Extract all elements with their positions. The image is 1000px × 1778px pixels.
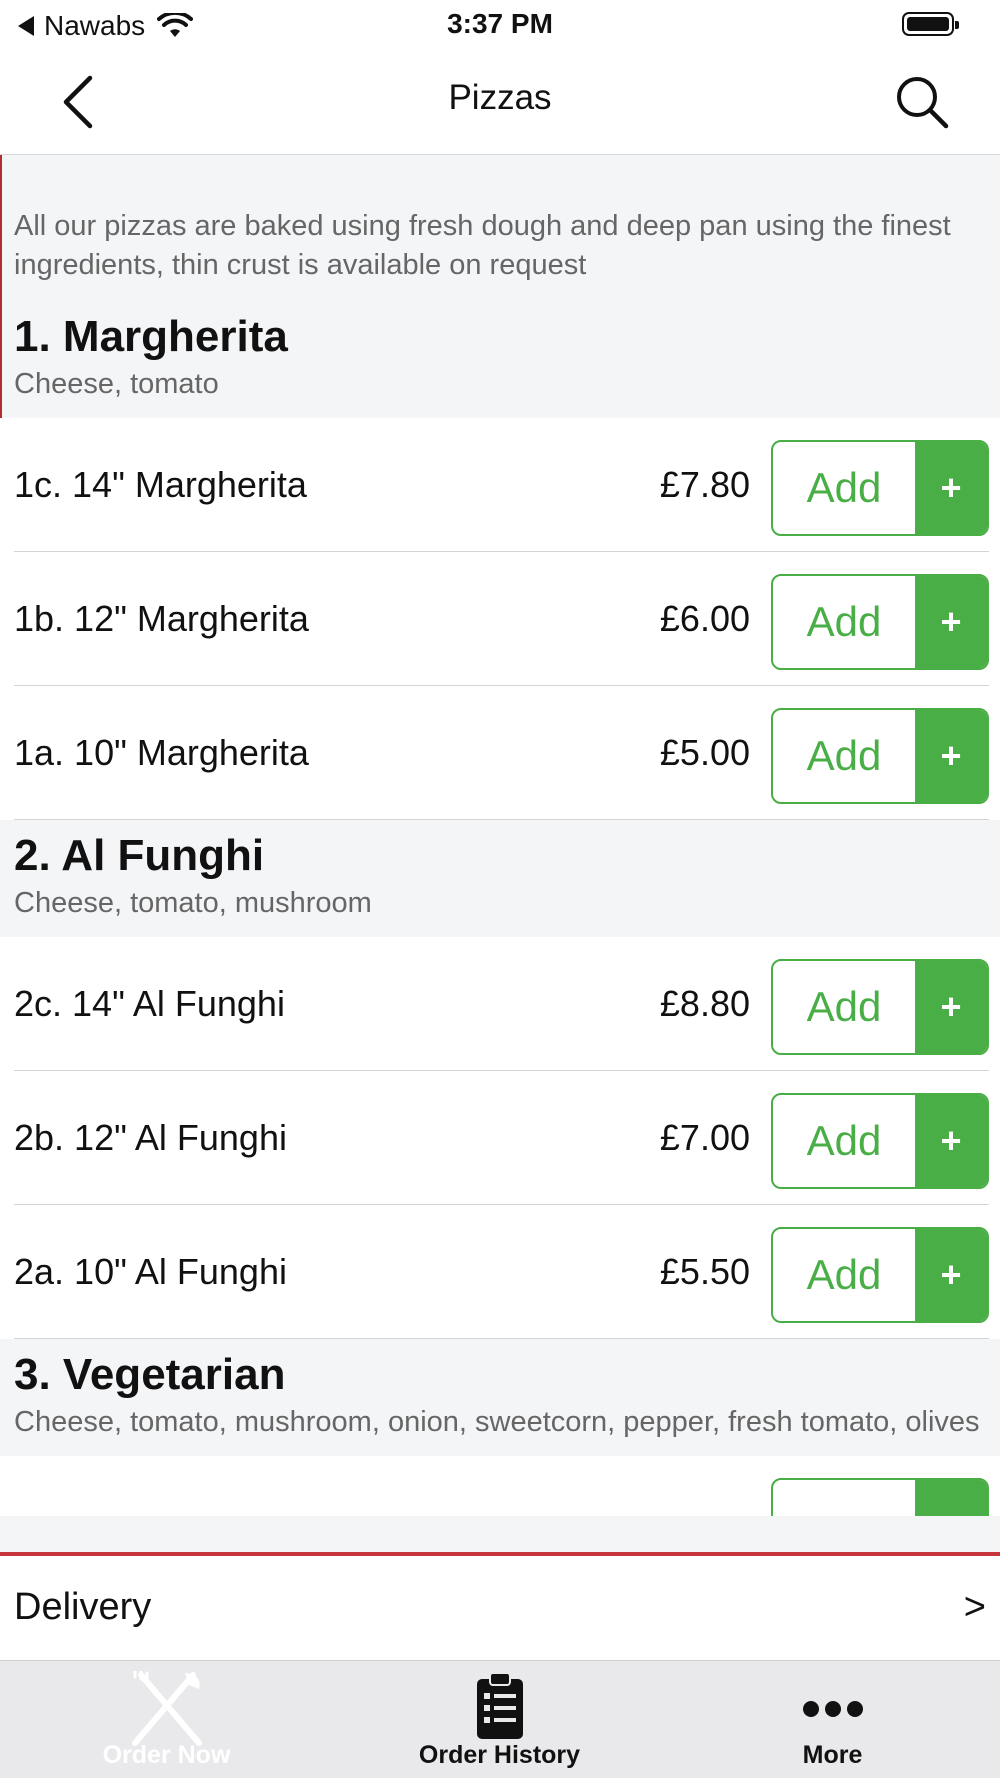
tab-bar: Order Now Order History More xyxy=(0,1660,1000,1778)
menu-item-row[interactable]: 2b. 12" Al Funghi £7.00 Add + xyxy=(0,1071,1000,1205)
menu-item-row[interactable]: 1a. 10" Margherita £5.00 Add + xyxy=(0,686,1000,820)
plus-icon: + xyxy=(915,576,987,668)
item-price: £8.80 xyxy=(659,983,750,1024)
clipboard-list-icon xyxy=(476,1672,523,1739)
add-button[interactable]: Add + xyxy=(771,1093,989,1189)
tab-label: Order History xyxy=(418,1741,581,1769)
item-price: £7.00 xyxy=(659,1117,750,1158)
add-button[interactable]: Add + xyxy=(771,440,989,536)
add-label: Add xyxy=(806,1251,882,1298)
menu-item-row[interactable]: 2c. 14" Al Funghi £8.80 Add + xyxy=(0,937,1000,1071)
nav-bar: Pizzas xyxy=(0,50,1000,155)
add-label: Add xyxy=(806,732,882,779)
tab-label: More xyxy=(802,1741,863,1769)
battery-icon xyxy=(902,12,959,36)
item-name: 1c. 14" Margherita xyxy=(14,464,307,505)
plus-icon: + xyxy=(915,961,987,1053)
plus-icon xyxy=(915,1480,987,1516)
more-dots-icon xyxy=(802,1701,863,1717)
menu-list[interactable]: All our pizzas are baked using fresh dou… xyxy=(0,155,1000,1552)
category-header: 3. Vegetarian Cheese, tomato, mushroom, … xyxy=(0,1339,1000,1456)
tab-label: Order Now xyxy=(102,1741,231,1769)
add-label: Add xyxy=(806,983,882,1030)
fork-knife-icon xyxy=(131,1671,202,1746)
category-title: 2. Al Funghi xyxy=(14,831,265,880)
add-button[interactable]: Add + xyxy=(771,1227,989,1323)
item-name: 1a. 10" Margherita xyxy=(14,732,309,773)
item-name: 2a. 10" Al Funghi xyxy=(14,1251,287,1292)
category-description: Cheese, tomato, mushroom, onion, sweetco… xyxy=(14,1406,980,1438)
plus-icon: + xyxy=(915,1095,987,1187)
chevron-right-icon: > xyxy=(963,1586,986,1628)
category-header: 2. Al Funghi Cheese, tomato, mushroom xyxy=(0,820,1000,937)
plus-icon: + xyxy=(915,1229,987,1321)
item-price: £6.00 xyxy=(659,598,750,639)
item-price: £5.50 xyxy=(659,1251,750,1292)
add-label: Add xyxy=(806,598,882,645)
add-button[interactable]: Add + xyxy=(771,708,989,804)
tab-order-history[interactable]: Order History xyxy=(333,1661,666,1778)
category-title: 3. Vegetarian xyxy=(14,1350,286,1399)
item-name: 2c. 14" Al Funghi xyxy=(14,983,285,1024)
add-label: Add xyxy=(806,1117,882,1164)
item-price: £5.00 xyxy=(659,732,750,773)
add-button[interactable]: Add + xyxy=(771,574,989,670)
menu-item-row[interactable]: 1b. 12" Margherita £6.00 Add + xyxy=(0,552,1000,686)
search-button[interactable] xyxy=(892,72,952,132)
tab-order-now[interactable]: Order Now xyxy=(0,1661,333,1778)
tab-more[interactable]: More xyxy=(666,1661,999,1778)
search-icon xyxy=(897,77,949,129)
add-label: Add xyxy=(806,464,882,511)
add-button[interactable]: Add + xyxy=(771,959,989,1055)
menu-item-row[interactable]: 1c. 14" Margherita £7.80 Add + xyxy=(0,418,1000,552)
item-name: 1b. 12" Margherita xyxy=(14,598,309,639)
plus-icon: + xyxy=(915,710,987,802)
page-title: Pizzas xyxy=(448,78,552,117)
add-button[interactable] xyxy=(771,1478,989,1516)
add-label xyxy=(773,1480,915,1516)
delivery-selector[interactable]: Delivery > xyxy=(0,1552,1000,1660)
category-header: 1. Margherita Cheese, tomato xyxy=(0,301,1000,418)
status-bar: Nawabs 3:37 PM xyxy=(0,0,1000,50)
intro-text: All our pizzas are baked using fresh dou… xyxy=(0,155,1000,301)
category-description: Cheese, tomato, mushroom xyxy=(14,887,372,919)
item-name: 2b. 12" Al Funghi xyxy=(14,1117,287,1158)
status-time: 3:37 PM xyxy=(447,8,553,39)
menu-item-row-partial[interactable] xyxy=(0,1456,1000,1516)
menu-item-row[interactable]: 2a. 10" Al Funghi £5.50 Add + xyxy=(0,1205,1000,1339)
delivery-label: Delivery xyxy=(14,1586,152,1628)
item-price: £7.80 xyxy=(659,464,750,505)
plus-icon: + xyxy=(915,442,987,534)
category-title: 1. Margherita xyxy=(14,312,288,361)
category-description: Cheese, tomato xyxy=(14,368,219,400)
